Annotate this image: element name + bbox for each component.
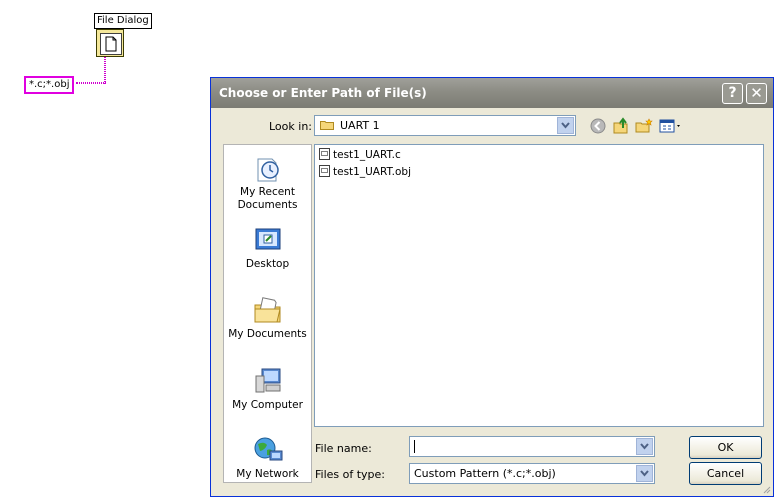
file-name: test1_UART.c bbox=[333, 149, 401, 161]
place-label: Desktop bbox=[245, 258, 290, 270]
file-icon bbox=[100, 33, 122, 55]
dialog-title: Choose or Enter Path of File(s) bbox=[219, 86, 427, 100]
file-name: test1_UART.obj bbox=[333, 166, 412, 178]
list-item[interactable]: test1_UART.obj bbox=[319, 165, 411, 179]
files-of-type-label: Files of type: bbox=[315, 468, 386, 481]
folder-icon bbox=[320, 121, 334, 130]
cancel-button[interactable]: Cancel bbox=[689, 462, 762, 485]
place-label: My Recent Documents bbox=[237, 186, 298, 211]
file-dialog-window: Choose or Enter Path of File(s) ? ✕ Look… bbox=[210, 77, 774, 497]
look-in-value: UART 1 bbox=[340, 119, 380, 132]
list-item[interactable]: test1_UART.c bbox=[319, 148, 401, 162]
file-name-input[interactable] bbox=[409, 436, 655, 457]
place-label: My Computer bbox=[232, 399, 303, 411]
place-desktop[interactable]: Desktop bbox=[224, 225, 311, 271]
my-documents-icon bbox=[254, 297, 281, 323]
title-bar[interactable]: Choose or Enter Path of File(s) ? ✕ bbox=[211, 78, 773, 108]
chevron-down-icon[interactable] bbox=[636, 438, 653, 455]
ok-button[interactable]: OK bbox=[689, 436, 762, 459]
my-computer-icon bbox=[255, 368, 280, 393]
place-my-computer[interactable]: My Computer bbox=[224, 366, 311, 412]
chevron-down-icon[interactable] bbox=[636, 465, 653, 482]
place-recent-documents[interactable]: My Recent Documents bbox=[224, 153, 311, 212]
back-icon[interactable] bbox=[589, 117, 607, 135]
place-label: My Documents bbox=[228, 328, 307, 340]
wire-horizontal bbox=[76, 82, 106, 84]
pattern-string-constant[interactable]: *.c;*.obj bbox=[24, 76, 75, 94]
place-my-documents[interactable]: My Documents bbox=[224, 295, 311, 341]
file-dialog-node[interactable] bbox=[96, 29, 124, 57]
text-caret bbox=[414, 440, 415, 453]
file-dialog-label: File Dialog bbox=[94, 13, 152, 29]
up-folder-icon[interactable] bbox=[612, 117, 630, 135]
file-icon bbox=[319, 148, 330, 160]
chevron-down-icon[interactable] bbox=[557, 117, 574, 134]
wire-vertical bbox=[104, 57, 106, 84]
new-folder-icon[interactable] bbox=[635, 117, 653, 135]
files-of-type-value: Custom Pattern (*.c;*.obj) bbox=[414, 467, 556, 480]
place-label: My Network bbox=[236, 468, 299, 480]
file-icon bbox=[319, 165, 330, 177]
view-menu-icon[interactable] bbox=[658, 117, 684, 135]
resize-grip-icon[interactable] bbox=[761, 484, 771, 494]
look-in-label: Look in: bbox=[269, 120, 312, 133]
recent-documents-icon bbox=[257, 158, 279, 182]
file-name-label: File name: bbox=[315, 442, 372, 455]
files-of-type-dropdown[interactable]: Custom Pattern (*.c;*.obj) bbox=[409, 463, 655, 484]
places-bar: My Recent Documents Desktop My Documents bbox=[223, 144, 312, 483]
desktop-icon bbox=[255, 228, 280, 250]
file-list[interactable]: test1_UART.c test1_UART.obj bbox=[314, 144, 764, 427]
look-in-dropdown[interactable]: UART 1 bbox=[314, 115, 576, 136]
place-my-network[interactable]: My Network bbox=[224, 435, 311, 481]
close-button[interactable]: ✕ bbox=[746, 83, 767, 104]
my-network-icon bbox=[254, 437, 282, 461]
help-button[interactable]: ? bbox=[722, 83, 743, 104]
